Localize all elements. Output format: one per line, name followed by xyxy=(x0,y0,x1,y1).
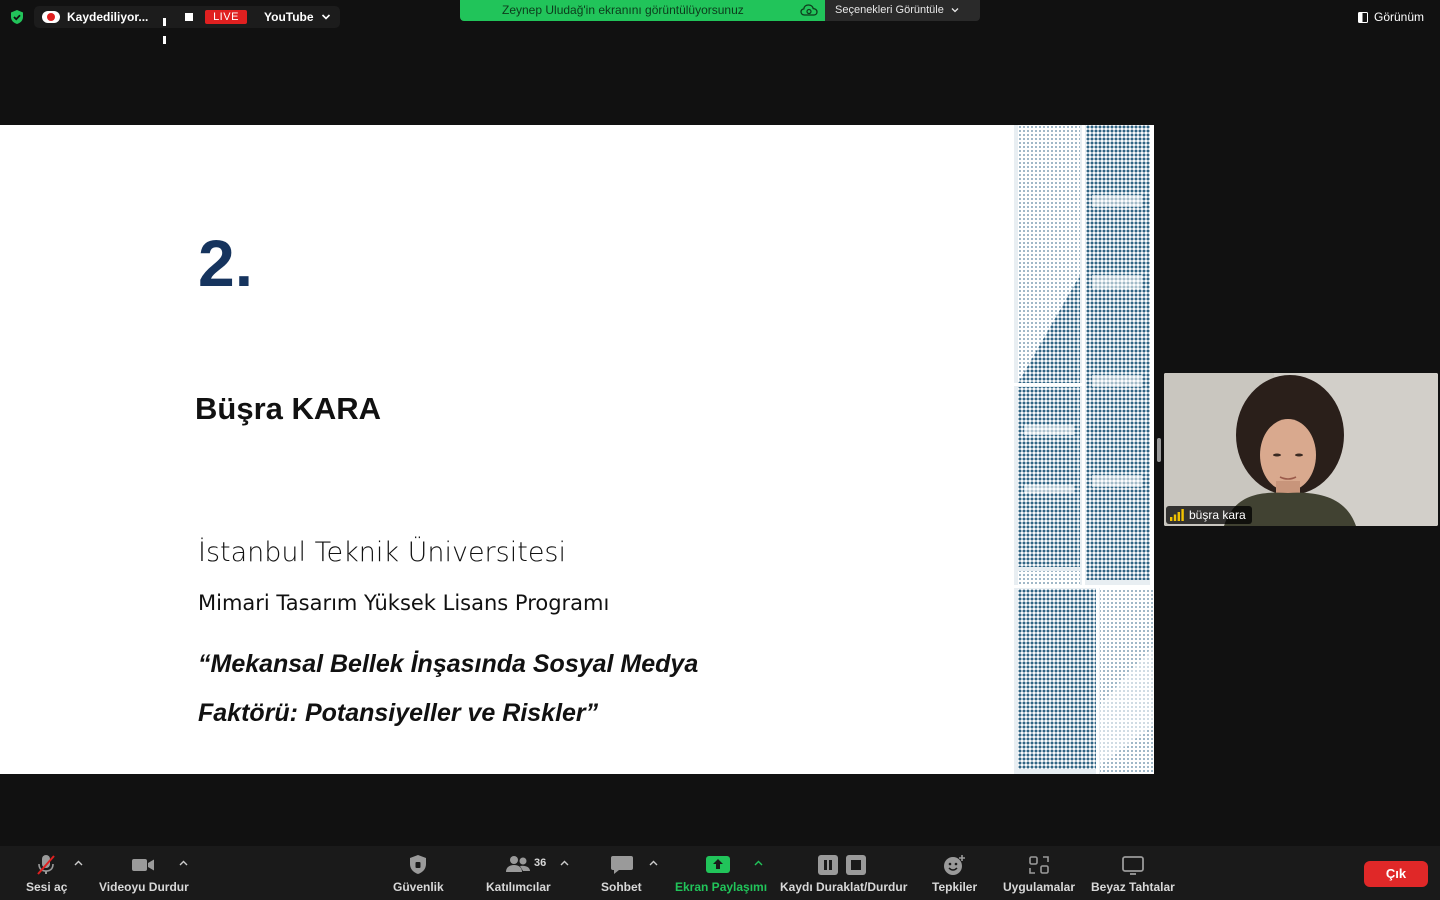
share-banner-text: Zeynep Uludağ'in ekranını görüntülüyorsu… xyxy=(502,3,744,17)
chat-button[interactable]: Sohbet xyxy=(596,846,648,900)
university-name: İstanbul Teknik Üniversitesi xyxy=(198,537,566,568)
meeting-toolbar: Sesi aç Videoyu Durdur Güvenlik 36 Katıl… xyxy=(0,846,1440,900)
unmute-button[interactable]: Sesi aç xyxy=(0,846,90,900)
whiteboard-icon xyxy=(1122,856,1144,875)
shield-check-icon[interactable] xyxy=(9,9,25,25)
video-camera-icon xyxy=(132,859,154,871)
participants-label: Katılımcılar xyxy=(486,880,551,894)
security-label: Güvenlik xyxy=(393,880,444,894)
chevron-up-icon[interactable] xyxy=(560,860,569,866)
mic-muted-icon xyxy=(37,855,55,875)
pause-stop-recording-button[interactable]: Kaydı Duraklat/Durdur xyxy=(776,846,910,900)
chevron-up-icon[interactable] xyxy=(179,860,188,866)
panel-resize-handle[interactable] xyxy=(1157,438,1161,462)
pause-stop-recording-label: Kaydı Duraklat/Durdur xyxy=(780,880,908,894)
chat-icon xyxy=(611,856,633,874)
participant-count: 36 xyxy=(534,857,547,869)
chat-label: Sohbet xyxy=(601,880,642,894)
pause-record-icon xyxy=(818,855,866,875)
security-button[interactable]: Güvenlik xyxy=(386,846,450,900)
participants-button[interactable]: 36 Katılımcılar xyxy=(480,846,556,900)
view-icon xyxy=(1358,11,1368,23)
shared-screen-slide: 2. Büşra KARA İstanbul Teknik Üniversite… xyxy=(0,125,1154,774)
whiteboards-label: Beyaz Tahtalar xyxy=(1091,880,1175,894)
reactions-button[interactable]: Tepkiler xyxy=(928,846,980,900)
shield-icon xyxy=(410,855,426,874)
leave-button[interactable]: Çık xyxy=(1364,861,1428,887)
view-menu-label: Görünüm xyxy=(1374,10,1425,24)
screen-share-banner: Zeynep Uludağ'in ekranını görüntülüyorsu… xyxy=(460,0,825,21)
share-screen-label: Ekran Paylaşımı xyxy=(675,880,768,894)
apps-button[interactable]: Uygulamalar xyxy=(1000,846,1078,900)
talk-title-line-2: Faktörü: Potansiyeller ve Riskler” xyxy=(198,699,599,727)
live-badge: LIVE xyxy=(205,10,247,24)
slide-number: 2. xyxy=(198,226,254,300)
stop-icon[interactable] xyxy=(185,13,193,21)
talk-title-line-1: “Mekansal Bellek İnşasında Sosyal Medya xyxy=(198,650,699,678)
participant-name: büşra kara xyxy=(1189,508,1246,522)
stream-target-label[interactable]: YouTube xyxy=(264,10,314,24)
participant-video-tile[interactable]: büşra kara xyxy=(1164,373,1438,526)
whiteboards-button[interactable]: Beyaz Tahtalar xyxy=(1088,846,1180,900)
stop-video-button[interactable]: Videoyu Durdur xyxy=(92,846,192,900)
halftone-building-image xyxy=(1014,125,1154,774)
presenter-name: Büşra KARA xyxy=(195,391,382,426)
unmute-label: Sesi aç xyxy=(26,880,68,894)
view-menu-button[interactable]: Görünüm xyxy=(1350,6,1434,28)
chevron-down-icon[interactable] xyxy=(321,12,331,22)
apps-icon xyxy=(1029,856,1049,874)
share-screen-icon xyxy=(706,856,730,873)
recording-label: Kaydediliyor... xyxy=(67,10,149,24)
view-options-button[interactable]: Seçenekleri Görüntüle xyxy=(825,0,980,21)
stop-video-label: Videoyu Durdur xyxy=(99,880,189,894)
record-icon xyxy=(42,11,60,23)
participant-video-feed xyxy=(1164,373,1438,526)
chevron-up-icon[interactable] xyxy=(74,860,83,866)
program-name: Mimari Tasarım Yüksek Lisans Programı xyxy=(198,591,610,615)
chevron-down-icon xyxy=(951,8,959,13)
participant-name-tag: büşra kara xyxy=(1166,506,1252,524)
apps-label: Uygulamalar xyxy=(1003,880,1076,894)
chevron-up-icon[interactable] xyxy=(754,860,763,866)
recording-status-bar: Kaydediliyor... LIVE YouTube xyxy=(34,6,340,44)
signal-icon xyxy=(1170,509,1184,521)
participants-icon xyxy=(506,856,530,872)
reactions-icon xyxy=(944,855,965,875)
pause-icon[interactable] xyxy=(163,13,171,44)
cloud-icon xyxy=(800,4,818,16)
reactions-label: Tepkiler xyxy=(932,880,978,894)
chevron-up-icon[interactable] xyxy=(649,860,658,866)
share-screen-button[interactable]: Ekran Paylaşımı xyxy=(670,846,768,900)
view-options-label: Seçenekleri Görüntüle xyxy=(835,4,944,17)
